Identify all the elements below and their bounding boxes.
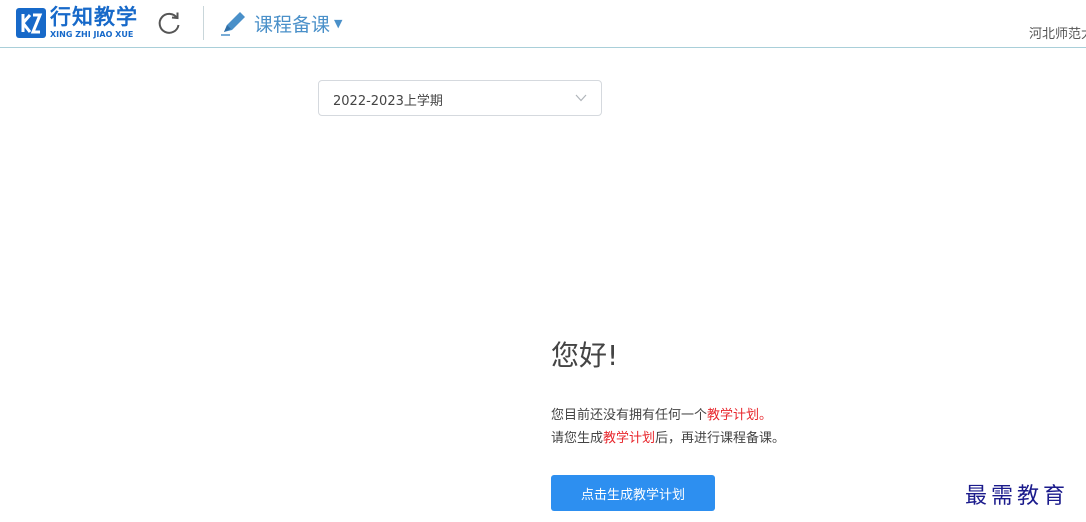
chevron-down-icon — [575, 94, 587, 102]
course-prep-label: 课程备课 — [254, 13, 331, 36]
pencil-icon — [221, 12, 245, 36]
message-text: 后，再进行课程备课。 — [655, 431, 786, 446]
term-select-value: 2022-2023上学期 — [333, 94, 443, 109]
term-select[interactable]: 2022-2023上学期 — [318, 80, 602, 116]
header-divider — [203, 6, 204, 40]
message-highlight: 教学计划 — [603, 431, 656, 446]
logo-subtitle: XING ZHI JIAO XUE — [50, 30, 134, 39]
empty-message-line1: 您目前还没有拥有任何一个教学计划。 — [551, 407, 772, 425]
watermark: 最需教育 — [965, 484, 1070, 509]
top-header: 行知教学 XING ZHI JIAO XUE 课程备课 ▼ 河北师范大 — [0, 0, 1086, 48]
empty-message-line2: 请您生成教学计划后，再进行课程备课。 — [551, 430, 785, 448]
message-text: 请您生成 — [551, 431, 604, 446]
message-text: 您目前还没有拥有任何一个 — [551, 408, 708, 423]
caret-down-icon: ▼ — [334, 16, 343, 30]
generate-plan-button[interactable]: 点击生成教学计划 — [551, 475, 715, 511]
logo: 行知教学 XING ZHI JIAO XUE — [50, 6, 150, 40]
message-highlight: 教学计划。 — [707, 408, 773, 423]
logo-title: 行知教学 — [50, 5, 138, 29]
greeting-heading: 您好! — [551, 339, 619, 372]
course-prep-menu[interactable]: 课程备课 ▼ — [218, 8, 342, 38]
logo-icon — [16, 8, 46, 38]
school-name[interactable]: 河北师范大 — [1029, 23, 1086, 42]
refresh-icon[interactable] — [156, 10, 182, 36]
